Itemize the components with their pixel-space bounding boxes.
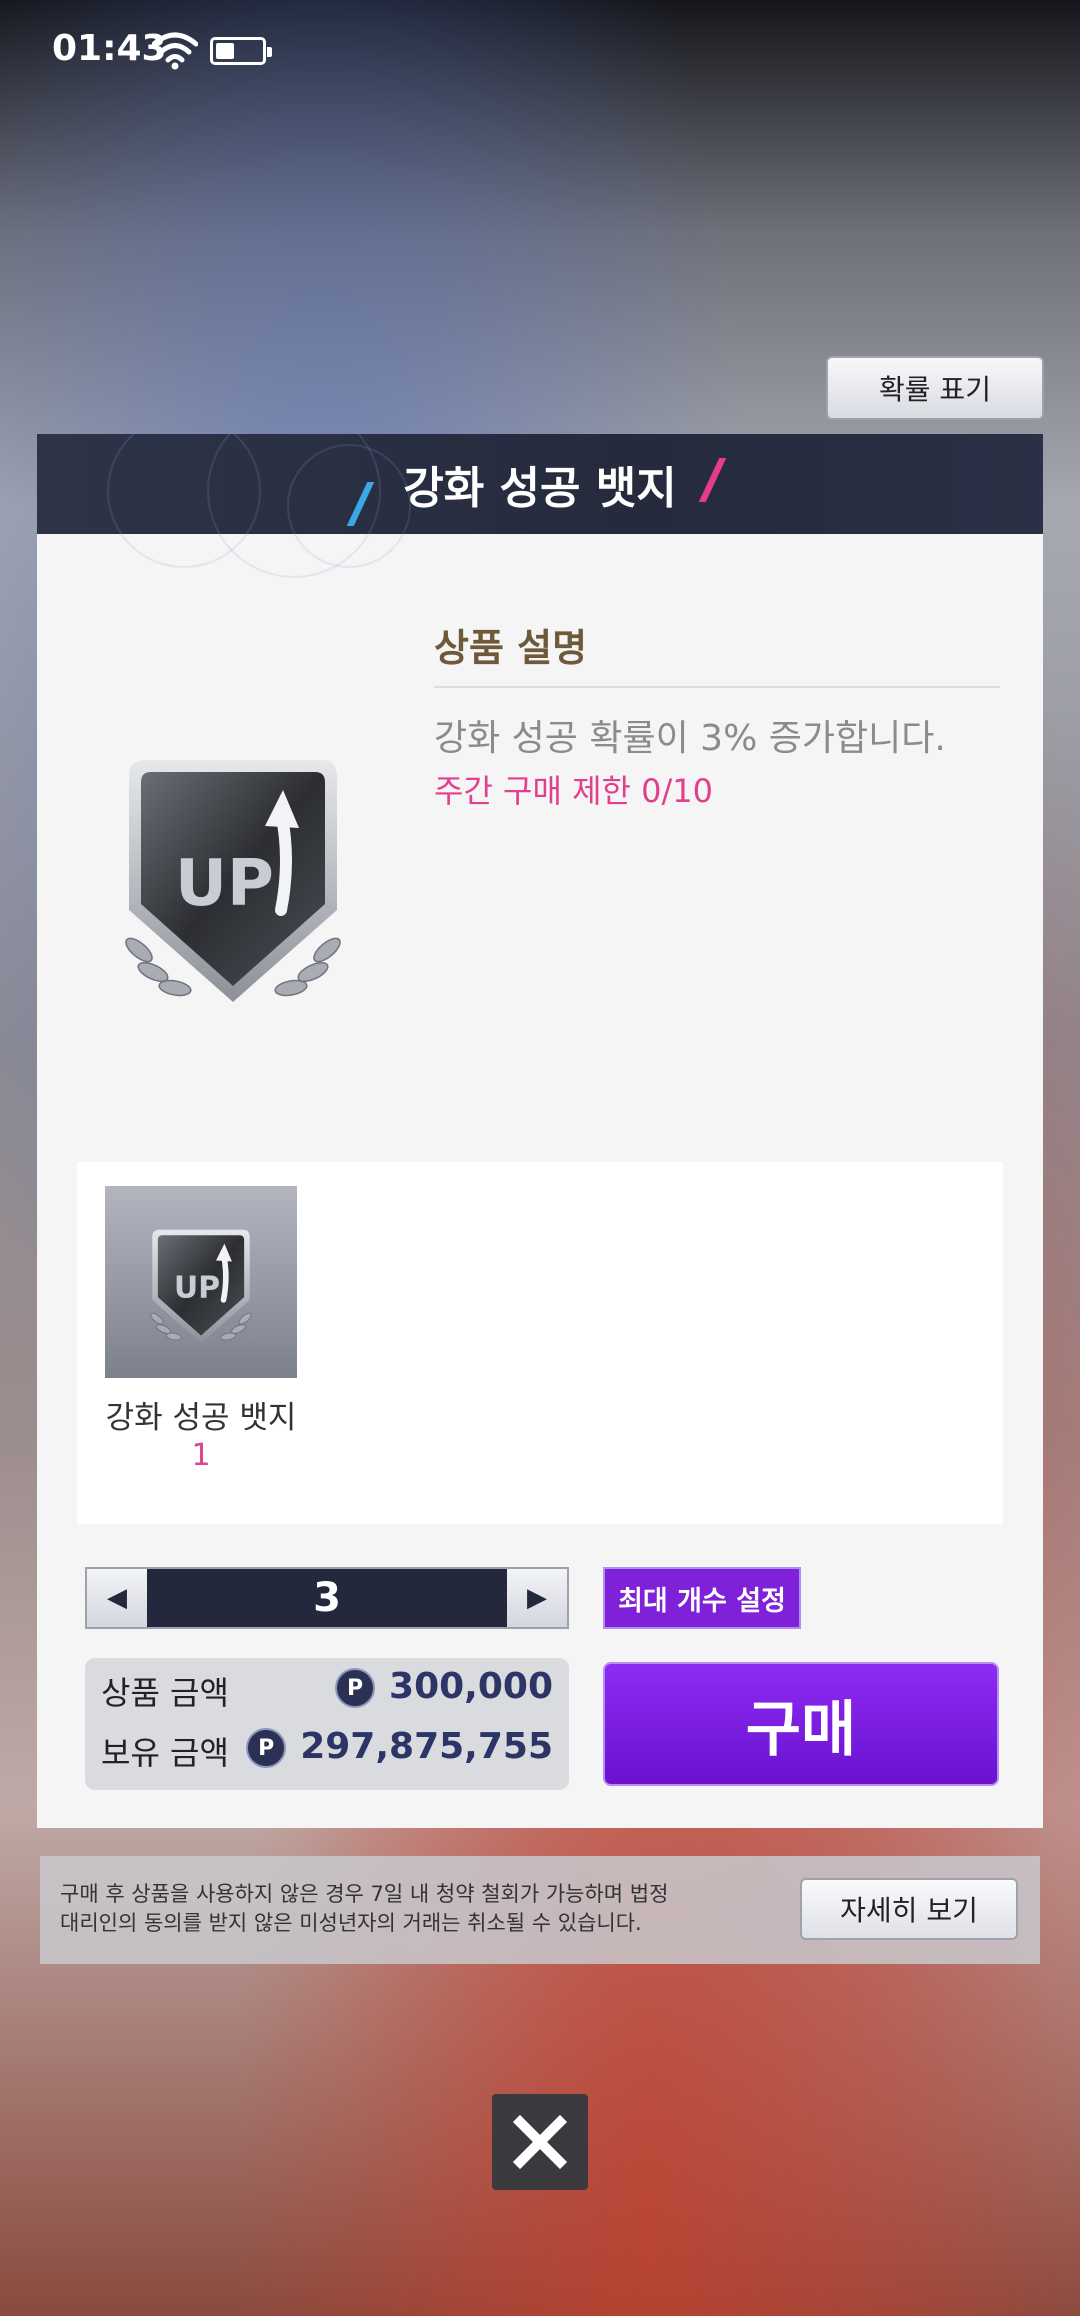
notice-line-1: 구매 후 상품을 사용하지 않은 경우 7일 내 청약 철회가 가능하며 법정 (60, 1882, 669, 1906)
arrow-right-icon: ▶ (527, 1583, 547, 1613)
item-quantity: 1 (191, 1438, 211, 1473)
probability-display-button[interactable]: 확률 표기 (826, 356, 1044, 420)
point-currency-icon: P (246, 1728, 287, 1768)
set-max-quantity-button[interactable]: 최대 개수 설정 (603, 1567, 801, 1629)
increase-button[interactable]: ▶ (507, 1569, 567, 1627)
item-thumbnail[interactable]: UP (105, 1186, 297, 1378)
owned-amount-value: 297,875,755 (300, 1726, 553, 1767)
owned-amount-label: 보유 금액 (101, 1734, 229, 1772)
quantity-value: 3 (313, 1575, 341, 1621)
price-box: 상품 금액 P 300,000 보유 금액 P 297,875,755 (85, 1658, 569, 1790)
dialog-title: 강화 성공 뱃지 (403, 463, 677, 514)
close-button[interactable] (492, 2094, 588, 2190)
weekly-purchase-limit: 주간 구매 제한 0/10 (434, 772, 714, 810)
item-panel: UP 강화 성공 뱃지 1 (77, 1162, 1003, 1524)
point-currency-icon: P (335, 1668, 376, 1708)
description-text: 강화 성공 확률이 3% 증가합니다. (434, 718, 946, 759)
refund-notice: 구매 후 상품을 사용하지 않은 경우 7일 내 청약 철회가 가능하며 법정 … (40, 1856, 1040, 1964)
quantity-stepper: ◀ 3 ▶ (85, 1567, 569, 1629)
item-name: 강화 성공 뱃지 (105, 1400, 297, 1436)
clock: 01:43 (52, 28, 167, 69)
divider (434, 686, 1000, 688)
status-bar: 01:43 (0, 0, 1080, 100)
badge-text: UP (174, 1271, 220, 1306)
close-icon (512, 2114, 568, 2170)
battery-icon (210, 37, 272, 65)
arrow-left-icon: ◀ (107, 1583, 127, 1613)
buy-button[interactable]: 구매 (603, 1662, 999, 1786)
up-badge-icon: UP (125, 760, 341, 1002)
notice-line-2: 대리인의 동의를 받지 않은 미성년자의 거래는 취소될 수 있습니다. (60, 1911, 642, 1935)
description-heading: 상품 설명 (434, 626, 588, 670)
owned-amount: P 297,875,755 (246, 1726, 553, 1768)
notice-text: 구매 후 상품을 사용하지 않은 경우 7일 내 청약 철회가 가능하며 법정 … (60, 1880, 740, 1938)
purchase-dialog: 강화 성공 뱃지 UP 상품 설명 강화 성공 확률이 3% 증가합니다. 주간 (37, 434, 1043, 1828)
product-price-value: 300,000 (389, 1666, 553, 1707)
badge-text: UP (175, 847, 274, 921)
product-price-label: 상품 금액 (101, 1674, 229, 1712)
decrease-button[interactable]: ◀ (87, 1569, 147, 1627)
dialog-header: 강화 성공 뱃지 (37, 434, 1043, 578)
wifi-icon (152, 32, 198, 70)
view-details-button[interactable]: 자세히 보기 (800, 1878, 1018, 1940)
up-badge-icon: UP (150, 1229, 252, 1344)
product-price: P 300,000 (335, 1666, 553, 1708)
